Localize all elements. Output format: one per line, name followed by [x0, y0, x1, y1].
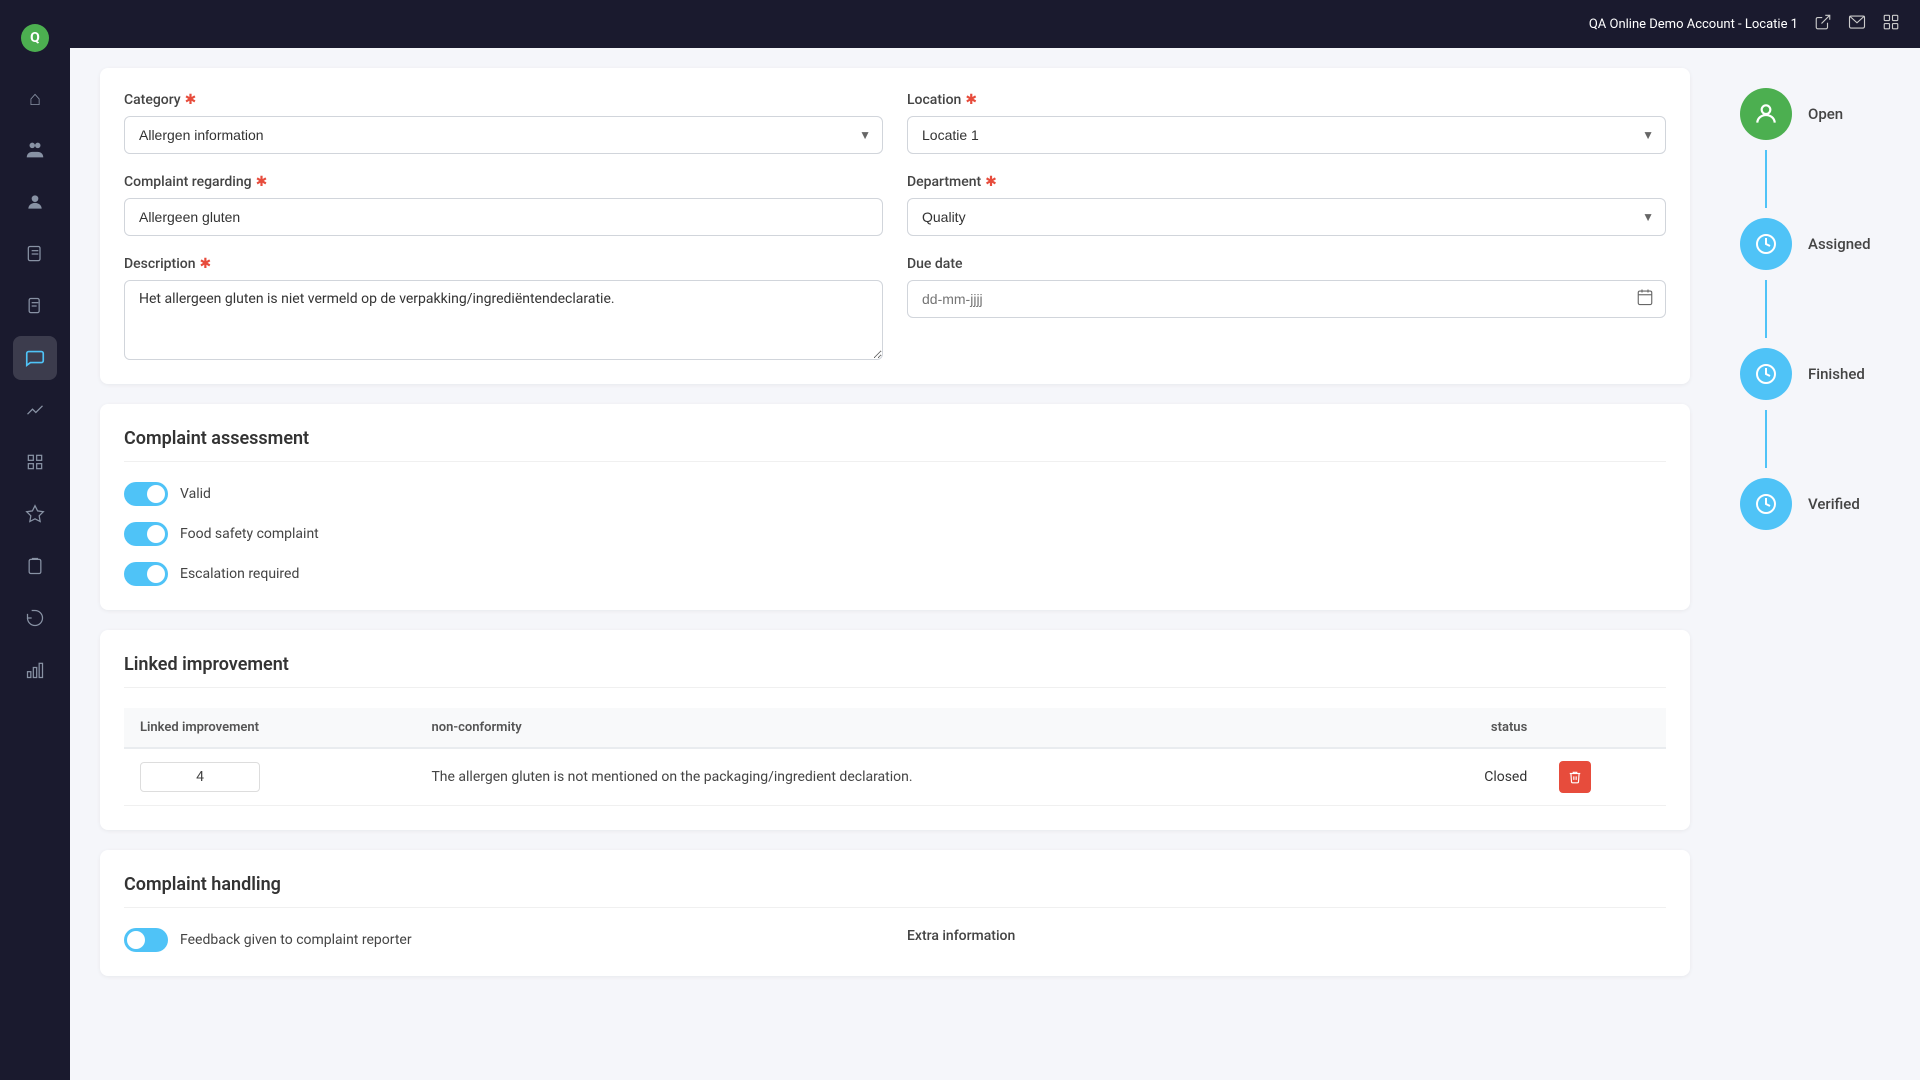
escalation-label: Escalation required	[180, 566, 299, 582]
linked-improvement-section: Linked improvement Linked improvement no…	[100, 630, 1690, 830]
status-workflow-panel: Open Assigned Finished	[1720, 48, 1920, 1080]
valid-label: Valid	[180, 486, 211, 502]
complaint-handling-title: Complaint handling	[124, 874, 1666, 908]
main-content: Category ✱ Allergen information ▼ Loca	[70, 48, 1720, 1080]
due-date-input[interactable]	[907, 280, 1666, 318]
food-safety-label: Food safety complaint	[180, 526, 319, 542]
top-header: QA Online Demo Account - Locatie 1	[70, 0, 1920, 48]
connector-1	[1765, 150, 1767, 208]
status-cell: Closed	[1399, 748, 1543, 806]
description-textarea[interactable]: Het allergeen gluten is niet vermeld op …	[124, 280, 883, 360]
verified-step-circle[interactable]	[1740, 478, 1792, 530]
feedback-toggle-slider	[124, 928, 168, 952]
location-label: Location ✱	[907, 92, 1666, 108]
open-step-circle[interactable]	[1740, 88, 1792, 140]
category-select[interactable]: Allergen information	[124, 116, 883, 154]
department-required: ✱	[985, 174, 997, 190]
category-group: Category ✱ Allergen information ▼	[124, 92, 883, 154]
sidebar-item-clipboard[interactable]	[13, 544, 57, 588]
category-required: ✱	[185, 92, 197, 108]
col-actions	[1543, 708, 1666, 748]
category-label: Category ✱	[124, 92, 883, 108]
non-conformity-description: The allergen gluten is not mentioned on …	[415, 748, 1399, 806]
complaint-regarding-group: Complaint regarding ✱	[124, 174, 883, 236]
delete-row-button[interactable]	[1559, 761, 1591, 793]
location-select[interactable]: Locatie 1	[907, 116, 1666, 154]
finished-step-circle[interactable]	[1740, 348, 1792, 400]
table-row: 4 The allergen gluten is not mentioned o…	[124, 748, 1666, 806]
sidebar-item-analytics[interactable]	[13, 648, 57, 692]
complaint-handling-section: Complaint handling Feedback given to com…	[100, 850, 1690, 976]
open-step-label: Open	[1808, 105, 1843, 123]
extra-info-group: Extra information	[907, 928, 1666, 952]
status-open-row: Open	[1740, 78, 1900, 150]
finished-step-label: Finished	[1808, 365, 1865, 383]
valid-toggle-row: Valid	[124, 482, 1666, 506]
sidebar-item-home[interactable]: ⌂	[13, 76, 57, 120]
col-linked-improvement: Linked improvement	[124, 708, 415, 748]
complaint-assessment-title: Complaint assessment	[124, 428, 1666, 462]
complaint-regarding-label: Complaint regarding ✱	[124, 174, 883, 190]
sidebar-item-complaints[interactable]	[13, 336, 57, 380]
food-safety-toggle-slider	[124, 522, 168, 546]
sidebar-item-square[interactable]	[13, 440, 57, 484]
logo-circle: Q	[21, 24, 49, 52]
feedback-toggle[interactable]	[124, 928, 168, 952]
export-icon[interactable]	[1814, 13, 1832, 36]
assigned-step-label: Assigned	[1808, 235, 1871, 253]
improvement-id: 4	[140, 762, 260, 792]
escalation-toggle-slider	[124, 562, 168, 586]
food-safety-toggle[interactable]	[124, 522, 168, 546]
user-info-text: QA Online Demo Account - Locatie 1	[1589, 17, 1798, 32]
connector-2	[1765, 280, 1767, 338]
description-group: Description ✱ Het allergeen gluten is ni…	[124, 256, 883, 360]
status-assigned-row: Assigned	[1740, 208, 1900, 280]
due-date-label: Due date	[907, 256, 1666, 272]
logo: Q	[13, 16, 57, 60]
mail-icon[interactable]	[1848, 13, 1866, 36]
feedback-label: Feedback given to complaint reporter	[180, 932, 412, 948]
complaint-regarding-input[interactable]	[124, 198, 883, 236]
complaint-regarding-required: ✱	[256, 174, 268, 190]
account-icon[interactable]	[1882, 13, 1900, 36]
description-label: Description ✱	[124, 256, 883, 272]
sidebar-item-document[interactable]	[13, 284, 57, 328]
linked-improvement-title: Linked improvement	[124, 654, 1666, 688]
sidebar-item-group[interactable]	[13, 128, 57, 172]
department-group: Department ✱ Quality ▼	[907, 174, 1666, 236]
linked-improvement-table: Linked improvement non-conformity status…	[124, 708, 1666, 806]
due-date-group: Due date	[907, 256, 1666, 360]
extra-info-label: Extra information	[907, 928, 1666, 944]
sidebar: Q ⌂	[0, 0, 70, 1080]
assigned-step-circle[interactable]	[1740, 218, 1792, 270]
sidebar-item-star[interactable]	[13, 492, 57, 536]
verified-step-label: Verified	[1808, 495, 1860, 513]
location-required: ✱	[965, 92, 977, 108]
main-form-section: Category ✱ Allergen information ▼ Loca	[100, 68, 1690, 384]
improvement-id-cell: 4	[124, 748, 415, 806]
escalation-toggle-row: Escalation required	[124, 562, 1666, 586]
department-label: Department ✱	[907, 174, 1666, 190]
feedback-toggle-row: Feedback given to complaint reporter	[124, 928, 883, 952]
valid-toggle-slider	[124, 482, 168, 506]
sidebar-item-refresh[interactable]	[13, 596, 57, 640]
status-verified-row: Verified	[1740, 468, 1900, 540]
sidebar-item-person[interactable]	[13, 180, 57, 224]
sidebar-item-book[interactable]	[13, 232, 57, 276]
valid-toggle[interactable]	[124, 482, 168, 506]
location-group: Location ✱ Locatie 1 ▼	[907, 92, 1666, 154]
col-non-conformity: non-conformity	[415, 708, 1399, 748]
description-required: ✱	[200, 256, 212, 272]
sidebar-item-chart[interactable]	[13, 388, 57, 432]
department-select[interactable]: Quality	[907, 198, 1666, 236]
calendar-icon	[1636, 288, 1654, 310]
connector-3	[1765, 410, 1767, 468]
escalation-toggle[interactable]	[124, 562, 168, 586]
delete-cell	[1543, 748, 1666, 806]
col-status: status	[1399, 708, 1543, 748]
status-finished-row: Finished	[1740, 338, 1900, 410]
complaint-assessment-section: Complaint assessment Valid Food safety c…	[100, 404, 1690, 610]
food-safety-toggle-row: Food safety complaint	[124, 522, 1666, 546]
